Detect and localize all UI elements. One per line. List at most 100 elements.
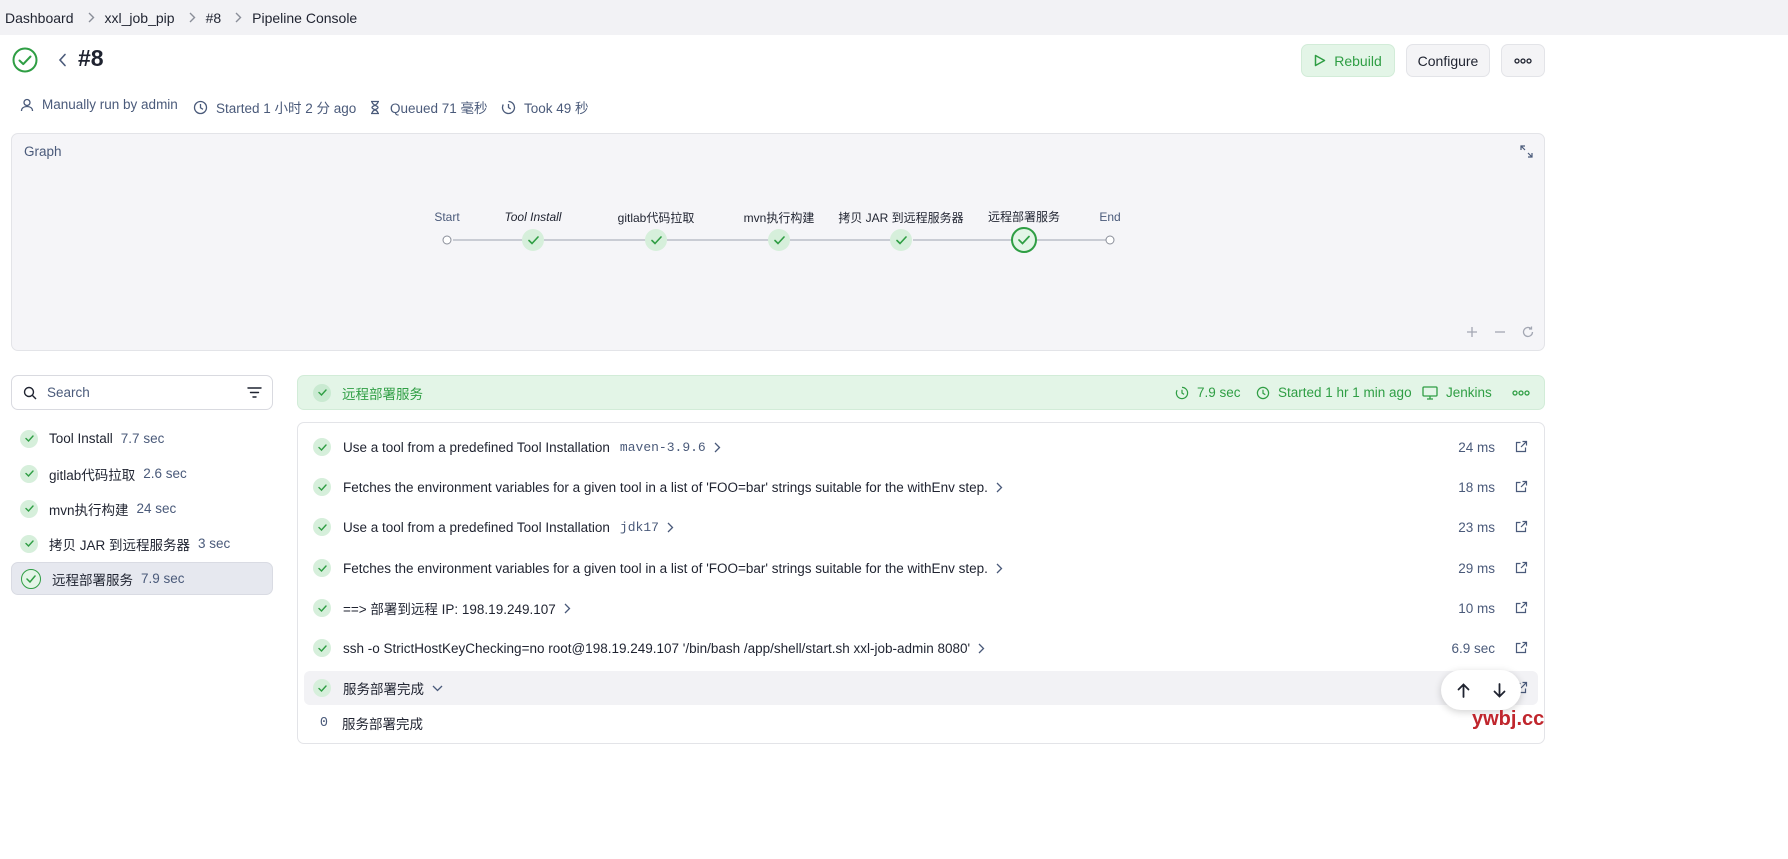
stage-more-button[interactable] [1512, 390, 1538, 396]
step-row[interactable]: ssh -o StrictHostKeyChecking=no root@198… [304, 631, 1538, 665]
check-icon [20, 464, 38, 483]
reset-zoom-icon[interactable] [1520, 324, 1536, 340]
agent-text: Jenkins [1446, 385, 1492, 400]
graph-node-tool-install[interactable] [522, 229, 544, 251]
step-text: Fetches the environment variables for a … [343, 560, 988, 576]
check-icon [20, 499, 38, 518]
step-duration: 23 ms [1458, 519, 1495, 535]
stage-duration: 24 sec [136, 501, 177, 516]
stage-list-item[interactable]: gitlab代码拉取 2.6 sec [11, 457, 273, 490]
check-icon [20, 429, 38, 448]
external-link-icon[interactable] [1515, 440, 1528, 453]
stage-started-text: Started 1 hr 1 min ago [1278, 385, 1412, 400]
graph-connector [667, 239, 779, 241]
check-icon [650, 235, 662, 245]
check-icon [313, 639, 331, 657]
check-icon [313, 679, 331, 697]
scroll-controls [1441, 670, 1521, 710]
stage-detail-started: Started 1 hr 1 min ago [1256, 385, 1412, 400]
log-line-number: 0 [319, 715, 328, 731]
zoom-out-icon[interactable] [1492, 324, 1508, 340]
graph-end-node [1105, 235, 1115, 245]
step-duration: 10 ms [1458, 600, 1495, 616]
success-status-icon [12, 47, 38, 73]
expand-icon[interactable] [1520, 145, 1533, 161]
scroll-down-button[interactable] [1483, 674, 1515, 706]
stage-list-item[interactable]: Tool Install 7.7 sec [11, 422, 273, 455]
check-icon [313, 438, 331, 456]
back-chevron-icon[interactable] [58, 53, 67, 70]
chevron-right-icon [88, 12, 95, 23]
chevron-right-icon [189, 12, 196, 23]
watermark: ywbj.cc [1472, 708, 1545, 730]
step-duration: 6.9 sec [1451, 640, 1495, 656]
took-text: Took 49 秒 [524, 101, 589, 116]
chevron-right-icon [667, 522, 674, 533]
graph-node-copy-jar[interactable] [890, 229, 912, 251]
graph-title: Graph [24, 144, 62, 159]
check-icon [313, 383, 331, 402]
arrow-down-icon [1493, 682, 1505, 698]
check-icon [1018, 235, 1030, 245]
step-row[interactable]: Fetches the environment variables for a … [304, 551, 1538, 585]
breadcrumb-pipeline-console[interactable]: Pipeline Console [252, 10, 357, 26]
breadcrumb-job[interactable]: xxl_job_pip [105, 10, 175, 26]
external-link-icon[interactable] [1515, 601, 1528, 614]
graph-stage-label: mvn执行构建 [743, 211, 815, 225]
stage-duration: 7.9 sec [141, 571, 185, 586]
ellipsis-icon [1514, 57, 1532, 64]
chevron-right-icon [996, 563, 1003, 574]
stage-list-item[interactable]: mvn执行构建 24 sec [11, 492, 273, 525]
hourglass-icon [371, 100, 379, 114]
step-row[interactable]: Fetches the environment variables for a … [304, 470, 1538, 504]
external-link-icon[interactable] [1515, 641, 1528, 654]
user-icon [20, 98, 34, 111]
check-icon [21, 568, 41, 589]
zoom-in-icon[interactable] [1464, 324, 1480, 340]
graph-connector [453, 239, 533, 241]
arrow-up-icon [1457, 682, 1469, 698]
configure-button[interactable]: Configure [1406, 44, 1490, 77]
more-actions-button[interactable] [1501, 44, 1545, 77]
step-text: ==> 部署到远程 IP: 198.19.249.107 [343, 602, 556, 617]
breadcrumb-dashboard[interactable]: Dashboard [5, 10, 74, 26]
graph-node-deploy-selected[interactable] [1011, 227, 1037, 253]
monitor-icon [1422, 385, 1438, 400]
filter-icon[interactable] [247, 386, 262, 399]
stage-duration-text: 7.9 sec [1197, 385, 1241, 400]
rebuild-button[interactable]: Rebuild [1301, 44, 1395, 77]
clock-icon [1256, 386, 1270, 399]
step-row-expanded[interactable]: 服务部署完成 [304, 671, 1538, 705]
graph-node-gitlab[interactable] [645, 229, 667, 251]
check-icon [895, 235, 907, 245]
breadcrumb-build[interactable]: #8 [206, 10, 222, 26]
external-link-icon[interactable] [1515, 480, 1528, 493]
step-row[interactable]: ==> 部署到远程 IP: 198.19.249.107 10 ms [304, 591, 1538, 625]
stage-duration: 2.6 sec [143, 466, 187, 481]
graph-connector [913, 239, 1023, 241]
external-link-icon[interactable] [1515, 520, 1528, 533]
meta-run-by: Manually run by admin [20, 97, 178, 112]
graph-node-mvn[interactable] [768, 229, 790, 251]
search-input[interactable] [47, 385, 227, 400]
graph-start-node [442, 235, 452, 245]
external-link-icon[interactable] [1515, 561, 1528, 574]
steps-list: Use a tool from a predefined Tool Instal… [297, 422, 1545, 744]
play-icon [1315, 54, 1326, 67]
stage-list-item-selected[interactable]: 远程部署服务 7.9 sec [11, 562, 273, 595]
graph-stage-label: 拷贝 JAR 到远程服务器 [838, 211, 964, 225]
stage-detail-agent[interactable]: Jenkins [1422, 385, 1492, 400]
stage-name: gitlab代码拉取 [49, 467, 136, 483]
timer-icon [1175, 386, 1189, 399]
graph-connector [544, 239, 656, 241]
step-row[interactable]: Use a tool from a predefined Tool Instal… [304, 510, 1538, 544]
search-icon [23, 386, 37, 399]
step-row[interactable]: Use a tool from a predefined Tool Instal… [304, 430, 1538, 464]
graph-start-label: Start [434, 210, 460, 224]
step-duration: 18 ms [1458, 479, 1495, 495]
scroll-up-button[interactable] [1447, 674, 1479, 706]
clock-icon [193, 100, 208, 114]
stage-list-item[interactable]: 拷贝 JAR 到远程服务器 3 sec [11, 527, 273, 560]
graph-connector [1037, 239, 1107, 241]
graph-zoom-controls [1464, 324, 1536, 340]
